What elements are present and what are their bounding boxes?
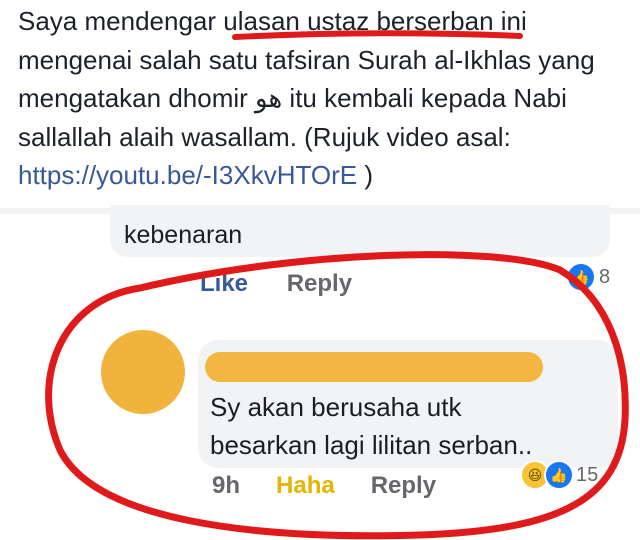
post-line-2: mengenai salah satu tafsiran Surah al-Ik…	[18, 44, 595, 75]
post-line-5: https://youtu.be/-I3XkvHTOrE )	[18, 156, 638, 195]
reply-button[interactable]: Reply	[287, 270, 352, 297]
youtube-link[interactable]: https://youtu.be/-I3XkvHTOrE	[18, 160, 357, 190]
like-icon: 👍	[566, 262, 596, 292]
comment-time[interactable]: 9h	[212, 472, 240, 500]
like-icon: 👍	[544, 460, 574, 490]
comment-1-actions: Like Reply	[200, 270, 352, 298]
reaction-count-2: 15	[576, 463, 599, 486]
haha-reaction-button[interactable]: Haha	[276, 472, 335, 500]
comment-1-reactions[interactable]: 👍 8	[566, 262, 610, 292]
redacted-avatar[interactable]	[101, 330, 185, 414]
post-line-3: mengatakan dhomir هو itu kembali kepada …	[18, 83, 567, 113]
post-line-1: Saya mendengar ulasan ustaz berserban in…	[18, 6, 527, 36]
reply-button-2[interactable]: Reply	[371, 472, 436, 500]
comment-2-line-2: besarkan lagi lilitan serban..	[210, 430, 533, 460]
comment-bubble-1: kebenaran	[110, 205, 610, 257]
reaction-count: 8	[599, 265, 611, 288]
closing-paren: )	[364, 160, 374, 190]
comment-2-reactions[interactable]: 😆 👍 15	[520, 460, 598, 490]
comment-2-actions: 9h Haha Reply	[212, 472, 436, 500]
post-line-4: sallallah alaih wasallam. (Rujuk video a…	[18, 121, 511, 152]
post-text: Saya mendengar ulasan ustaz berserban in…	[18, 2, 638, 195]
redacted-author-name	[205, 352, 543, 382]
like-button[interactable]: Like	[200, 270, 248, 297]
comment-1-text: kebenaran	[124, 221, 243, 249]
comment-2-line-1: Sy akan berusaha utk	[210, 392, 462, 422]
